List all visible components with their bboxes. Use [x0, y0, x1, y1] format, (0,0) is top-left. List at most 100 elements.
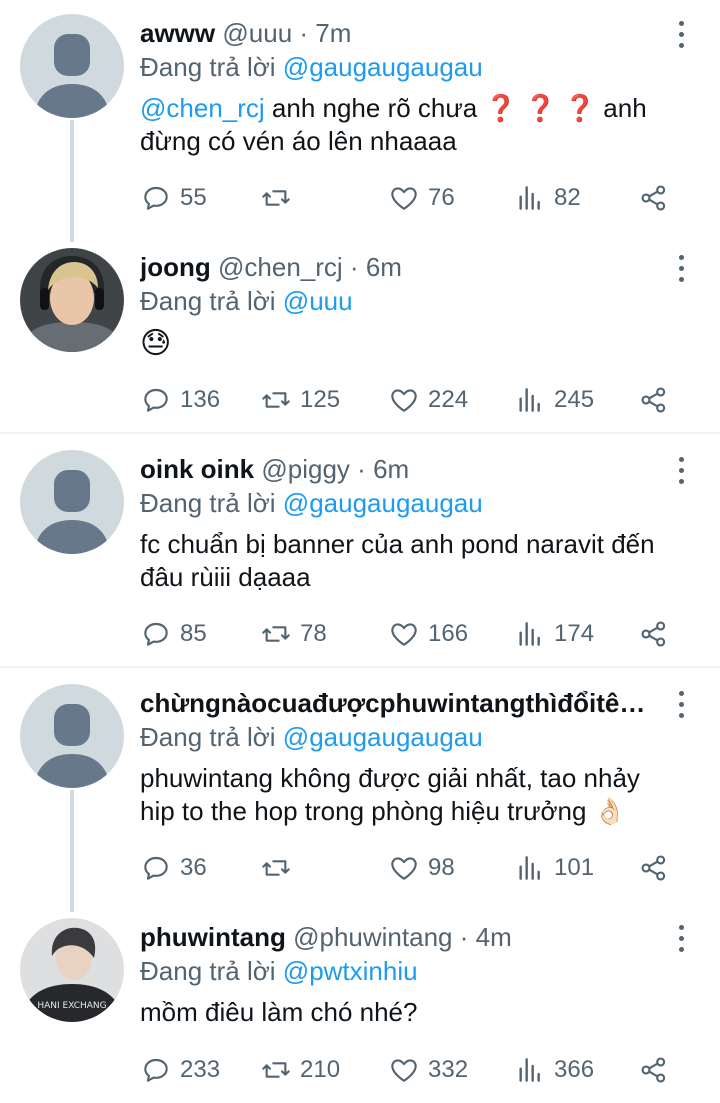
- retweet-button[interactable]: [260, 848, 300, 888]
- like-button[interactable]: 76: [388, 178, 455, 218]
- views-button[interactable]: 82: [514, 178, 581, 218]
- retweet-icon: [262, 190, 290, 206]
- share-button[interactable]: [638, 848, 678, 888]
- like-button[interactable]: 166: [388, 614, 468, 654]
- reply-button[interactable]: 36: [140, 848, 207, 888]
- share-button[interactable]: [638, 1050, 678, 1090]
- more-icon[interactable]: [674, 922, 688, 956]
- mention-link[interactable]: @chen_rcj: [140, 93, 265, 123]
- share-icon: [641, 387, 666, 413]
- timestamp[interactable]: 4m: [476, 922, 512, 952]
- default-avatar-icon: [20, 14, 124, 118]
- share-button[interactable]: [638, 380, 678, 420]
- like-button[interactable]: 98: [388, 848, 455, 888]
- views-count: 101: [554, 854, 595, 881]
- tweet-actions: 136 125 224 245: [140, 380, 680, 420]
- tweet-text-part: phuwintang không được giải nhất, tao nhả…: [140, 763, 640, 826]
- avatar[interactable]: [20, 14, 124, 118]
- divider: [0, 432, 720, 434]
- reply-button[interactable]: 85: [140, 614, 207, 654]
- user-handle[interactable]: @chen_rcj: [218, 252, 343, 282]
- timestamp[interactable]: 6m: [373, 454, 409, 484]
- retweet-count: 125: [300, 386, 341, 413]
- share-icon: [641, 185, 666, 211]
- retweet-icon: [262, 860, 290, 876]
- display-name[interactable]: phuwintang: [140, 922, 286, 952]
- more-icon[interactable]: [674, 18, 688, 52]
- reply-icon: [144, 856, 168, 880]
- reply-button[interactable]: 136: [140, 380, 220, 420]
- display-name[interactable]: joong: [140, 252, 211, 282]
- retweet-button[interactable]: [260, 178, 300, 218]
- more-icon[interactable]: [674, 688, 688, 722]
- avatar[interactable]: [20, 684, 124, 788]
- timestamp[interactable]: 7m: [315, 18, 351, 48]
- tweet-actions: 55 76 82: [140, 178, 680, 218]
- display-name[interactable]: chừngnàocuađượcphuwintangthìđổitê…: [140, 688, 645, 718]
- replying-to: Đang trả lời @gaugaugaugau: [140, 486, 670, 520]
- replying-to-label: Đang trả lời: [140, 286, 276, 316]
- profile-photo: [20, 248, 124, 352]
- avatar[interactable]: [20, 248, 124, 352]
- separator-dot: ·: [459, 922, 469, 952]
- more-icon[interactable]: [674, 252, 688, 286]
- replying-to: Đang trả lời @gaugaugaugau: [140, 720, 670, 754]
- ok-hand-emoji: 👌🏻: [593, 796, 627, 826]
- replying-to-label: Đang trả lời: [140, 722, 276, 752]
- share-button[interactable]: [638, 178, 678, 218]
- retweet-icon: [262, 1062, 290, 1078]
- retweet-icon: [262, 626, 290, 642]
- replying-to-handle[interactable]: @gaugaugaugau: [283, 52, 483, 82]
- user-handle[interactable]: @piggy: [261, 454, 350, 484]
- avatar[interactable]: HANI EXCHANG: [20, 918, 124, 1022]
- tweet-header: awww @uuu · 7m: [140, 16, 670, 50]
- like-icon: [391, 857, 417, 880]
- reply-icon: [144, 388, 168, 412]
- share-button[interactable]: [638, 614, 678, 654]
- like-count: 98: [428, 854, 455, 881]
- separator-dot: ·: [299, 18, 309, 48]
- reply-count: 136: [180, 386, 221, 413]
- retweet-button[interactable]: 78: [260, 614, 327, 654]
- retweet-count: 210: [300, 1056, 341, 1083]
- retweet-button[interactable]: 210: [260, 1050, 340, 1090]
- thread-connector: [70, 790, 74, 912]
- reply-icon: [144, 1058, 168, 1082]
- divider: [0, 666, 720, 668]
- tweet-actions: 85 78 166 174: [140, 614, 680, 654]
- like-icon: [391, 187, 417, 210]
- replying-to-handle[interactable]: @pwtxinhiu: [283, 956, 418, 986]
- views-icon: [519, 388, 540, 412]
- replying-to-handle[interactable]: @uuu: [283, 286, 353, 316]
- display-name[interactable]: oink oink: [140, 454, 254, 484]
- views-button[interactable]: 174: [514, 614, 594, 654]
- views-button[interactable]: 101: [514, 848, 594, 888]
- avatar[interactable]: [20, 450, 124, 554]
- retweet-button[interactable]: 125: [260, 380, 340, 420]
- retweet-count: 78: [300, 620, 327, 647]
- replying-to-handle[interactable]: @gaugaugaugau: [283, 488, 483, 518]
- user-handle[interactable]: @phuwintang: [293, 922, 452, 952]
- reply-button[interactable]: 55: [140, 178, 207, 218]
- replying-to-handle[interactable]: @gaugaugaugau: [283, 722, 483, 752]
- display-name[interactable]: awww: [140, 18, 215, 48]
- reply-icon: [144, 622, 168, 646]
- tweet-text: 😓: [140, 324, 670, 364]
- replying-to: Đang trả lời @pwtxinhiu: [140, 954, 670, 988]
- tweet-actions: 233 210 332 366: [140, 1050, 680, 1090]
- like-button[interactable]: 224: [388, 380, 468, 420]
- tweet-text: mồm điêu làm chó nhé?: [140, 997, 418, 1027]
- timestamp[interactable]: 6m: [366, 252, 402, 282]
- views-button[interactable]: 366: [514, 1050, 594, 1090]
- views-button[interactable]: 245: [514, 380, 594, 420]
- like-count: 224: [428, 386, 469, 413]
- like-button[interactable]: 332: [388, 1050, 468, 1090]
- more-icon[interactable]: [674, 454, 688, 488]
- tweet-actions: 36 98 101: [140, 848, 680, 888]
- separator-dot: ·: [349, 252, 359, 282]
- tweet-header: joong @chen_rcj · 6m: [140, 250, 670, 284]
- views-icon: [519, 186, 540, 210]
- question-emoji: ❓ ❓ ❓: [484, 93, 597, 123]
- reply-button[interactable]: 233: [140, 1050, 220, 1090]
- user-handle[interactable]: @uuu: [222, 18, 292, 48]
